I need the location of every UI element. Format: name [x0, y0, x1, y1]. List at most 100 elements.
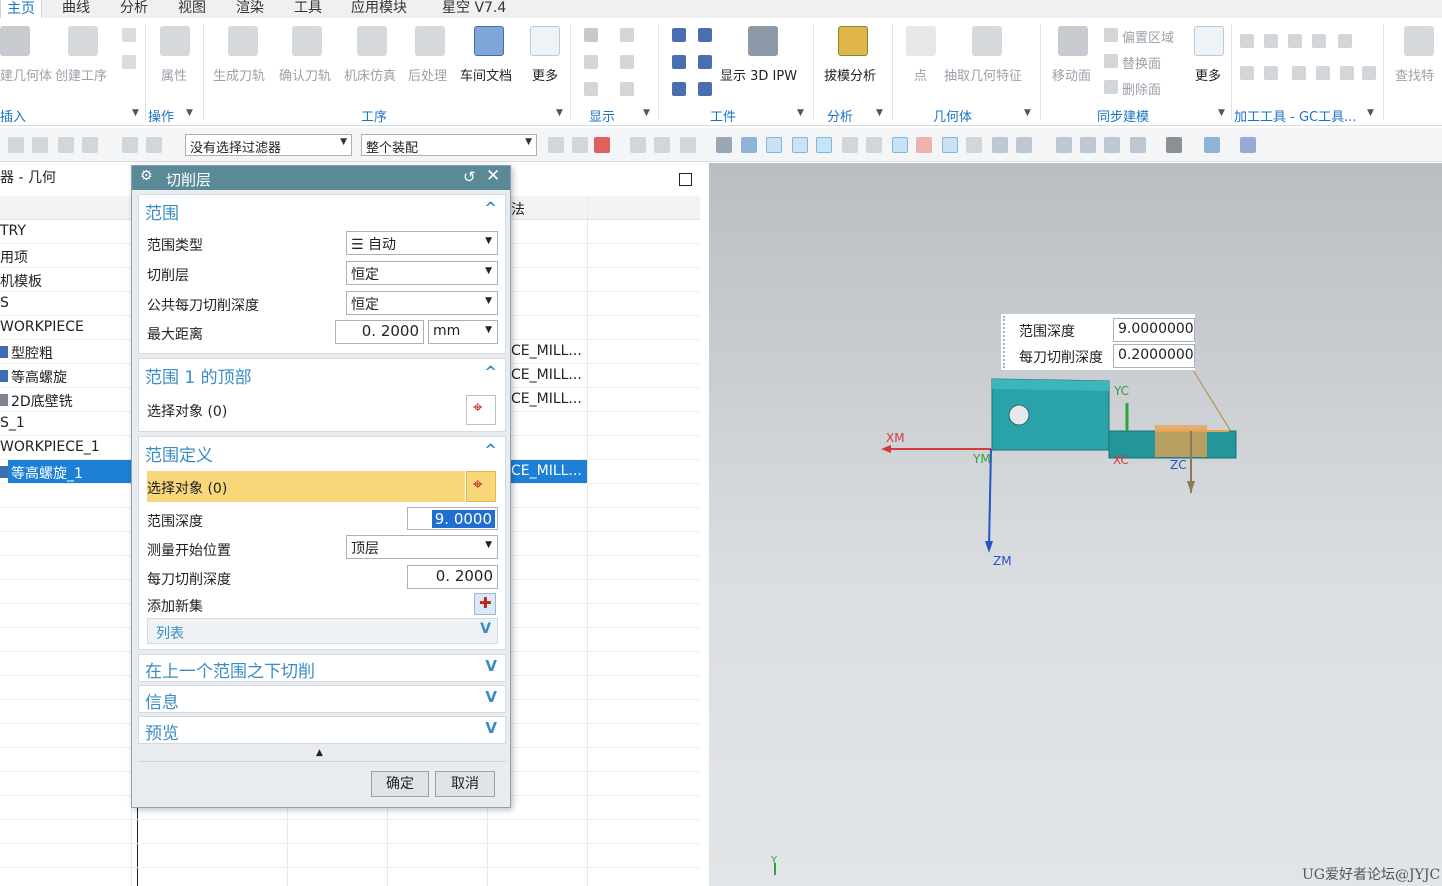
tab-view[interactable]: 视图 — [178, 0, 206, 17]
unit-dropdown[interactable]: mm ▼ — [428, 320, 498, 344]
cancel-button[interactable]: 取消 — [435, 771, 495, 797]
workpiece-icon-5[interactable] — [672, 82, 686, 96]
machine-sim-button[interactable]: 机床仿真 — [344, 65, 396, 84]
gc-tool-icon-8[interactable] — [1292, 66, 1306, 80]
properties-icon[interactable] — [160, 26, 190, 56]
gc-tool-icon-3[interactable] — [1288, 34, 1302, 48]
generate-path-button[interactable]: 生成刀轨 — [213, 65, 265, 84]
snap-icon[interactable] — [594, 137, 610, 153]
insert-geometry-button[interactable]: 建几何体 — [0, 65, 52, 84]
display-icon-2[interactable] — [620, 28, 634, 42]
refresh-icon[interactable] — [1104, 137, 1120, 153]
group-workpiece[interactable]: 工件 — [710, 106, 736, 125]
group-analysis[interactable]: 分析 — [827, 106, 853, 125]
group-process[interactable]: 工序 — [361, 106, 387, 125]
tool-icon[interactable] — [58, 137, 74, 153]
group-sync-modeling[interactable]: 同步建模 — [1097, 106, 1149, 125]
section-title-range-definition[interactable]: 范围定义 — [145, 441, 213, 466]
gc-tool-icon-11[interactable] — [1362, 66, 1376, 80]
properties-button[interactable]: 属性 — [161, 65, 187, 84]
section-cut-below[interactable]: 在上一个范围之下切削 V — [138, 654, 506, 682]
range-type-dropdown[interactable]: ☰ 自动 ▼ — [346, 231, 498, 255]
workpiece-icon-3[interactable] — [672, 55, 686, 69]
gc-tool-icon-5[interactable] — [1338, 34, 1352, 48]
section-preview[interactable]: 预览 V — [138, 716, 506, 744]
draft-analysis-icon[interactable] — [838, 26, 868, 56]
range-depth-input[interactable]: 9. 0000 — [407, 507, 498, 530]
tool-icon[interactable] — [82, 137, 98, 153]
gc-tool-icon-1[interactable] — [1240, 34, 1254, 48]
replace-face-icon[interactable] — [1104, 54, 1118, 68]
per-cut-depth-input[interactable]: 0. 2000 — [407, 565, 498, 589]
draft-analysis-button[interactable]: 拔模分析 — [824, 65, 876, 84]
snap-circle-icon[interactable] — [916, 137, 932, 153]
tool-icon[interactable] — [572, 137, 588, 153]
chevron-down-icon[interactable]: ▼ — [797, 108, 804, 118]
snap-line-icon[interactable] — [792, 137, 808, 153]
chevron-down-icon[interactable]: ▼ — [1024, 108, 1031, 118]
tool-icon[interactable] — [1240, 137, 1256, 153]
tab-analysis[interactable]: 分析 — [120, 0, 148, 17]
group-display[interactable]: 显示 — [589, 106, 615, 125]
chevron-down-icon[interactable]: ▼ — [556, 108, 563, 118]
machine-sim-icon[interactable] — [357, 26, 387, 56]
assembly-scope-dropdown[interactable]: 整个装配 ▼ — [361, 134, 537, 156]
tool-icon[interactable] — [1130, 137, 1146, 153]
snap-curve-icon[interactable] — [842, 137, 858, 153]
gc-tool-icon-7[interactable] — [1264, 66, 1278, 80]
group-operations[interactable]: 操作 — [148, 106, 174, 125]
chevron-down-icon[interactable]: ▼ — [1218, 108, 1225, 118]
column-header-method[interactable]: 法 — [511, 199, 525, 219]
gc-tool-icon-10[interactable] — [1340, 66, 1354, 80]
point-icon[interactable] — [906, 26, 936, 56]
section-title-range-top[interactable]: 范围 1 的顶部 — [145, 363, 252, 388]
section-title-range[interactable]: 范围 — [145, 199, 179, 224]
generate-path-icon[interactable] — [228, 26, 258, 56]
verify-path-icon[interactable] — [292, 26, 322, 56]
group-geometry[interactable]: 几何体 — [933, 106, 972, 125]
maximize-icon[interactable] — [679, 173, 692, 186]
tab-applications[interactable]: 应用模块 — [351, 0, 407, 17]
move-face-icon[interactable] — [1058, 26, 1088, 56]
section-info[interactable]: 信息 V — [138, 685, 506, 713]
replace-face-button[interactable]: 替换面 — [1122, 53, 1161, 72]
verify-path-button[interactable]: 确认刀轨 — [279, 65, 331, 84]
shop-doc-icon[interactable] — [474, 26, 504, 56]
delete-face-icon[interactable] — [1104, 80, 1118, 94]
show-3d-ipw-button[interactable]: 显示 3D IPW — [720, 65, 797, 84]
tab-curve[interactable]: 曲线 — [62, 0, 90, 17]
list-toggle[interactable]: 列表 V — [147, 618, 498, 644]
table-row[interactable] — [0, 820, 700, 844]
display-icon-6[interactable] — [620, 82, 634, 96]
drag-handle[interactable] — [1003, 316, 1008, 368]
per-cut-depth-input[interactable]: 0.2000000 — [1113, 344, 1195, 368]
tool-icon[interactable] — [548, 137, 564, 153]
ok-button[interactable]: 确定 — [371, 771, 429, 797]
chevron-down-icon[interactable]: ▼ — [132, 108, 139, 118]
chevron-down-icon[interactable]: ▼ — [186, 108, 193, 118]
gc-tool-icon-4[interactable] — [1312, 34, 1326, 48]
more-op-icon[interactable] — [530, 26, 560, 56]
display-icon-4[interactable] — [620, 55, 634, 69]
chevron-up-icon[interactable]: ^ — [484, 441, 497, 459]
insert-small-icon-2[interactable] — [122, 55, 136, 69]
tool-icon[interactable] — [680, 137, 696, 153]
tab-home[interactable]: 主页 — [0, 0, 42, 18]
select-object-row-active[interactable]: 选择对象 (0) — [147, 471, 465, 502]
tool-icon[interactable] — [654, 137, 670, 153]
tool-icon[interactable] — [1016, 137, 1032, 153]
selection-filter-dropdown[interactable]: 没有选择过滤器 ▼ — [185, 134, 352, 156]
postprocess-button[interactable]: 后处理 — [408, 65, 447, 84]
cut-level-dropdown[interactable]: 恒定 ▼ — [346, 261, 498, 285]
dialog-titlebar[interactable]: ⚙ 切削层 ↺ ✕ — [132, 166, 510, 190]
create-operation-button[interactable]: 创建工序 — [55, 65, 107, 84]
tab-tools[interactable]: 工具 — [294, 0, 322, 17]
insert-small-icon[interactable] — [122, 28, 136, 42]
chevron-up-icon[interactable]: ^ — [484, 199, 497, 217]
find-feature-button[interactable]: 查找特 — [1395, 65, 1434, 84]
tab-render[interactable]: 渲染 — [236, 0, 264, 17]
group-gc-tools[interactable]: 加工工具 - GC工具... — [1234, 106, 1357, 125]
extract-geometry-icon[interactable] — [972, 26, 1002, 56]
shop-doc-button[interactable]: 车间文档 — [460, 65, 512, 84]
sync-more-icon[interactable] — [1194, 26, 1224, 56]
